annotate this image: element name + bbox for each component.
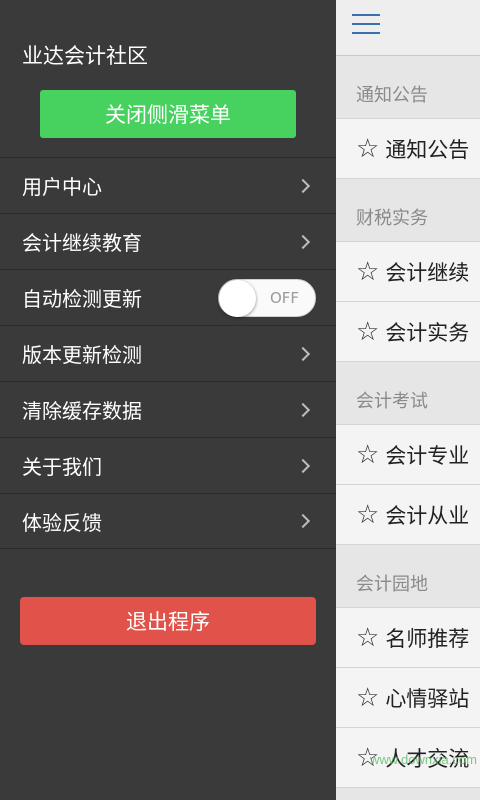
menu-item-continuing-education[interactable]: 会计继续教育	[0, 213, 336, 269]
list-item[interactable]: ☆ 心情驿站	[336, 667, 480, 727]
list-item[interactable]: ☆ 会计专业	[336, 424, 480, 484]
list-item-label: 通知公告	[385, 137, 470, 162]
close-drawer-button[interactable]: 关闭侧滑菜单	[40, 90, 296, 138]
section-header: 财税实务	[336, 179, 480, 241]
list-item-label: 名师推荐	[385, 626, 470, 651]
drawer-menu: 用户中心 会计继续教育 自动检测更新 OFF 版本更新检测 清除缓存数据 关于我…	[0, 157, 336, 549]
chevron-right-icon	[295, 458, 311, 473]
list-item[interactable]: ☆ 名师推荐	[336, 607, 480, 667]
list-item-label: 会计从业	[385, 503, 470, 528]
menu-item-label: 体验反馈	[22, 510, 102, 535]
menu-item-about-us[interactable]: 关于我们	[0, 437, 336, 493]
list-item-label: 心情驿站	[385, 686, 470, 711]
list-item[interactable]: ☆ 会计从业	[336, 484, 480, 544]
list-item[interactable]: ☆ 会计实务	[336, 301, 480, 361]
top-bar	[336, 0, 480, 56]
menu-item-label: 自动检测更新	[22, 287, 142, 311]
star-icon: ☆	[356, 316, 380, 347]
menu-item-auto-update: 自动检测更新 OFF	[0, 269, 336, 325]
menu-item-user-center[interactable]: 用户中心	[0, 157, 336, 213]
star-icon: ☆	[356, 622, 380, 653]
toggle-state-text: OFF	[269, 288, 299, 307]
section-header: 通知公告	[336, 56, 480, 118]
menu-item-version-check[interactable]: 版本更新检测	[0, 325, 336, 381]
menu-item-label: 关于我们	[22, 455, 102, 479]
list-item-label: 会计继续	[385, 260, 470, 285]
chevron-right-icon	[295, 178, 311, 193]
menu-item-label: 会计继续教育	[22, 231, 142, 255]
hamburger-menu-icon[interactable]	[352, 14, 380, 36]
menu-item-label: 清除缓存数据	[22, 399, 142, 423]
section-header: 会计考试	[336, 362, 480, 424]
exit-app-button[interactable]: 退出程序	[20, 597, 316, 645]
star-icon: ☆	[356, 682, 380, 713]
watermark: www.downxia.com	[370, 752, 477, 767]
toggle-knob	[219, 279, 256, 317]
chevron-right-icon	[295, 234, 311, 249]
menu-item-clear-cache[interactable]: 清除缓存数据	[0, 381, 336, 437]
app-title: 业达会计社区	[22, 44, 148, 68]
list-item[interactable]: ☆ 通知公告	[336, 118, 480, 178]
star-icon: ☆	[356, 499, 380, 530]
list-item-label: 会计专业	[385, 443, 470, 468]
section-1: 财税实务 ☆ 会计继续 ☆ 会计实务	[336, 179, 480, 362]
section-header: 会计园地	[336, 545, 480, 607]
side-drawer: 业达会计社区 关闭侧滑菜单 用户中心 会计继续教育 自动检测更新 OFF 版本更…	[0, 0, 336, 800]
chevron-right-icon	[295, 513, 311, 529]
menu-item-label: 用户中心	[22, 175, 102, 199]
list-item[interactable]: ☆ 会计继续	[336, 241, 480, 301]
section-2: 会计考试 ☆ 会计专业 ☆ 会计从业	[336, 362, 480, 545]
star-icon: ☆	[356, 256, 380, 287]
chevron-right-icon	[295, 402, 311, 417]
star-icon: ☆	[356, 133, 380, 164]
section-0: 通知公告 ☆ 通知公告	[336, 56, 480, 179]
main-content: 通知公告 ☆ 通知公告 财税实务 ☆ 会计继续 ☆ 会计实务 会计考试 ☆ 会计	[336, 0, 480, 800]
auto-update-toggle[interactable]: OFF	[218, 278, 316, 317]
list-item-label: 会计实务	[385, 320, 470, 345]
chevron-right-icon	[295, 346, 311, 361]
menu-item-label: 版本更新检测	[22, 343, 142, 367]
star-icon: ☆	[356, 439, 380, 470]
menu-item-feedback[interactable]: 体验反馈	[0, 493, 336, 549]
